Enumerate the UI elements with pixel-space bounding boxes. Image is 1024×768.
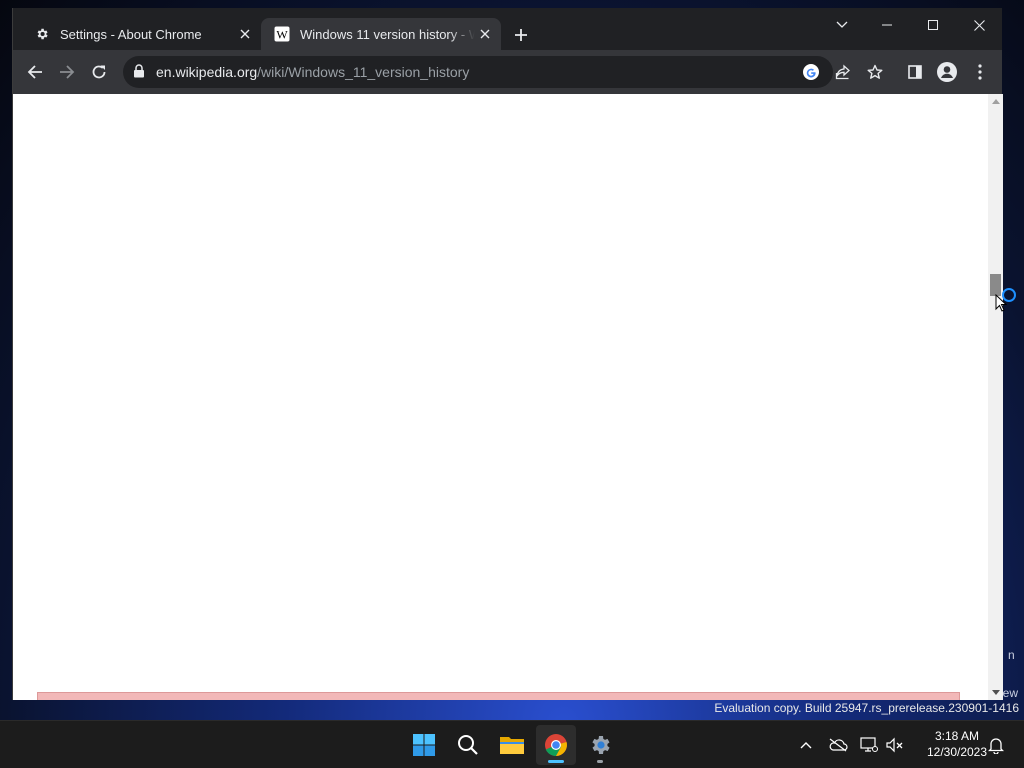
volume-button[interactable] [885,735,905,755]
scrollbar[interactable] [988,94,1003,700]
search-button[interactable] [448,725,488,765]
scroll-thumb[interactable] [990,274,1001,296]
tab-strip: Settings - About Chrome W Windows 11 ver… [13,8,1002,50]
svg-text:W: W [276,28,288,42]
chrome-taskbar-button[interactable] [536,725,576,765]
url-host: en.wikipedia.org [156,64,258,80]
lock-icon[interactable] [133,64,145,83]
mouse-cursor-icon [995,294,1007,312]
maximize-button[interactable] [910,10,956,40]
onedrive-button[interactable] [828,735,848,755]
page-content[interactable] [13,94,988,700]
minimize-button[interactable] [864,10,910,40]
back-button[interactable] [20,57,50,87]
side-panel-button[interactable] [900,57,930,87]
address-bar[interactable]: en.wikipedia.org/wiki/Windows_11_version… [123,56,883,88]
show-hidden-icons-button[interactable] [796,735,816,755]
settings-taskbar-button[interactable] [580,725,620,765]
close-window-button[interactable] [956,10,1002,40]
cloud-off-icon [829,738,848,752]
start-button[interactable] [404,725,444,765]
volume-muted-icon [886,737,903,753]
tab-wikipedia[interactable]: W Windows 11 version history - Wikipedia [261,18,501,50]
url-path: /wiki/Windows_11_version_history [257,64,470,80]
new-tab-button[interactable] [510,24,532,46]
browser-window: Settings - About Chrome W Windows 11 ver… [12,8,1003,700]
network-icon [860,737,878,752]
google-lens-icon[interactable] [801,62,821,82]
notifications-button[interactable] [986,735,1006,755]
reload-button[interactable] [84,57,114,87]
share-icon[interactable] [833,62,853,82]
start-icon [413,734,435,756]
tab-title: Windows 11 version history - Wikipedia [300,26,475,42]
scroll-down-arrow[interactable] [992,690,1000,695]
wikipedia-icon: W [274,26,290,42]
close-icon[interactable] [475,24,495,44]
active-app-indicator [548,760,564,763]
chrome-icon [545,734,567,757]
taskbar: 3:18 AM 12/30/2023 [0,720,1024,768]
url-text: en.wikipedia.org/wiki/Windows_11_version… [156,64,469,80]
forward-button[interactable] [52,57,82,87]
bell-icon [988,738,1004,754]
profile-button[interactable] [932,57,962,87]
table-header-strip [37,692,960,700]
chevron-up-icon [800,742,812,749]
evaluation-watermark: Evaluation copy. Build 25947.rs_prerelea… [714,701,1019,715]
tab-settings[interactable]: Settings - About Chrome [21,18,261,50]
close-icon[interactable] [235,24,255,44]
network-button[interactable] [859,735,879,755]
running-app-indicator [597,760,603,763]
browser-toolbar: en.wikipedia.org/wiki/Windows_11_version… [13,50,1002,94]
menu-button[interactable] [965,57,995,87]
file-explorer-button[interactable] [492,725,532,765]
tab-search-button[interactable] [819,10,865,40]
settings-icon [592,736,610,754]
gear-icon [34,26,50,42]
tab-title: Settings - About Chrome [60,26,202,42]
search-icon [458,735,478,755]
desktop-label-fragment: n [1008,648,1015,662]
scroll-up-arrow[interactable] [992,99,1000,104]
bookmark-star-icon[interactable] [865,62,885,82]
file-explorer-icon [500,737,524,754]
